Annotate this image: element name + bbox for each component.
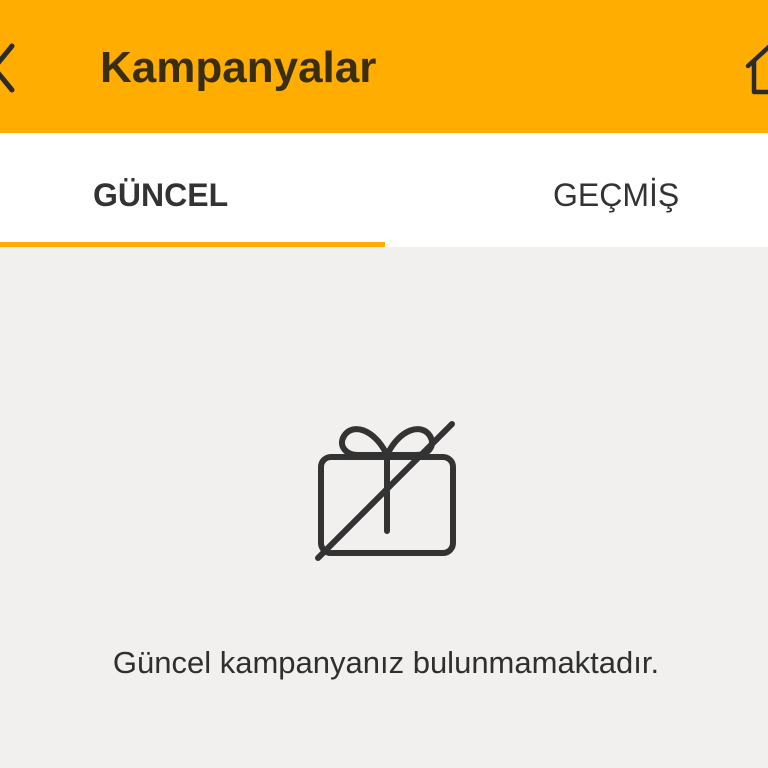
empty-state-message: Güncel kampanyanız bulunmamaktadır. bbox=[112, 645, 660, 680]
tab-bar: GÜNCEL GEÇMİŞ bbox=[0, 133, 768, 247]
tab-current[interactable]: GÜNCEL bbox=[0, 133, 385, 247]
tab-history[interactable]: GEÇMİŞ bbox=[384, 133, 768, 247]
page-title: Kampanyalar bbox=[100, 43, 377, 92]
back-button[interactable] bbox=[0, 40, 26, 96]
app-header: Kampanyalar bbox=[0, 0, 768, 133]
no-gift-icon bbox=[312, 418, 462, 564]
home-button[interactable] bbox=[742, 36, 768, 100]
active-tab-indicator bbox=[0, 242, 385, 247]
tab-current-label: GÜNCEL bbox=[93, 177, 229, 213]
tab-history-label: GEÇMİŞ bbox=[553, 177, 680, 213]
home-icon bbox=[745, 44, 768, 95]
chevron-left-icon bbox=[0, 43, 15, 93]
